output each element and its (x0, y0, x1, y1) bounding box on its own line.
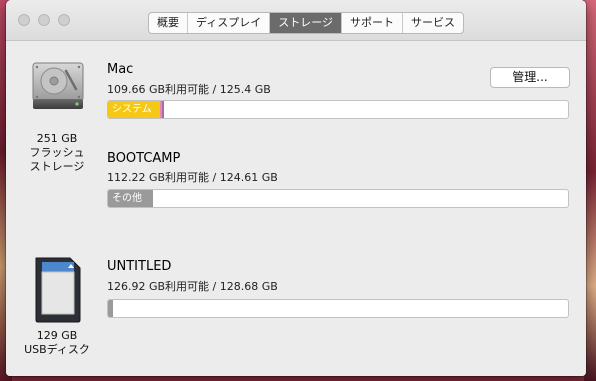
tab-displays[interactable]: ディスプレイ (187, 13, 269, 33)
volume-name-untitled: UNTITLED (107, 259, 172, 274)
hard-drive-icon (30, 61, 86, 115)
tab-bar: 概要 ディスプレイ ストレージ サポート サービス (148, 12, 465, 34)
storage-window: 概要 ディスプレイ ストレージ サポート サービス 251 GB フラッシュ ス… (6, 0, 586, 376)
internal-disk-capacity: 251 GB (36, 132, 78, 145)
internal-disk-type-line1: フラッシュ (29, 146, 85, 159)
tab-overview[interactable]: 概要 (149, 13, 187, 33)
tab-support[interactable]: サポート (341, 13, 402, 33)
volume-name-bootcamp: BOOTCAMP (107, 151, 181, 166)
storage-bar-mac: システム (107, 100, 569, 119)
storage-segment-untitled-0 (108, 300, 113, 317)
storage-segment-bootcamp-0: その他 (108, 190, 153, 207)
storage-bar-untitled (107, 299, 569, 318)
usb-disk-capacity: 129 GB (36, 329, 78, 342)
internal-disk-type-line2: ストレージ (29, 160, 85, 173)
sd-card-icon (32, 256, 84, 328)
storage-segment-mac-0: システム (108, 101, 160, 118)
zoom-button[interactable] (58, 14, 70, 26)
title-bar: 概要 ディスプレイ ストレージ サポート サービス (6, 0, 586, 41)
storage-segment-mac-2 (162, 101, 164, 118)
volume-info-mac: 109.66 GB利用可能 / 125.4 GB (107, 83, 271, 96)
volume-info-bootcamp: 112.22 GB利用可能 / 124.61 GB (107, 171, 278, 184)
tab-storage[interactable]: ストレージ (269, 13, 342, 33)
close-button[interactable] (18, 14, 30, 26)
minimize-button[interactable] (38, 14, 50, 26)
volume-name-mac: Mac (107, 62, 134, 77)
manage-button[interactable]: 管理... (490, 67, 570, 88)
tab-service[interactable]: サービス (402, 13, 463, 33)
storage-pane: 251 GB フラッシュ ストレージ Mac 109.66 GB利用可能 / 1… (6, 41, 586, 376)
storage-bar-bootcamp: その他 (107, 189, 569, 208)
usb-disk-caption: 129 GB USBディスク (16, 329, 98, 357)
usb-disk-type: USBディスク (24, 343, 90, 356)
internal-disk-caption: 251 GB フラッシュ ストレージ (16, 132, 98, 174)
volume-info-untitled: 126.92 GB利用可能 / 128.68 GB (107, 280, 278, 293)
